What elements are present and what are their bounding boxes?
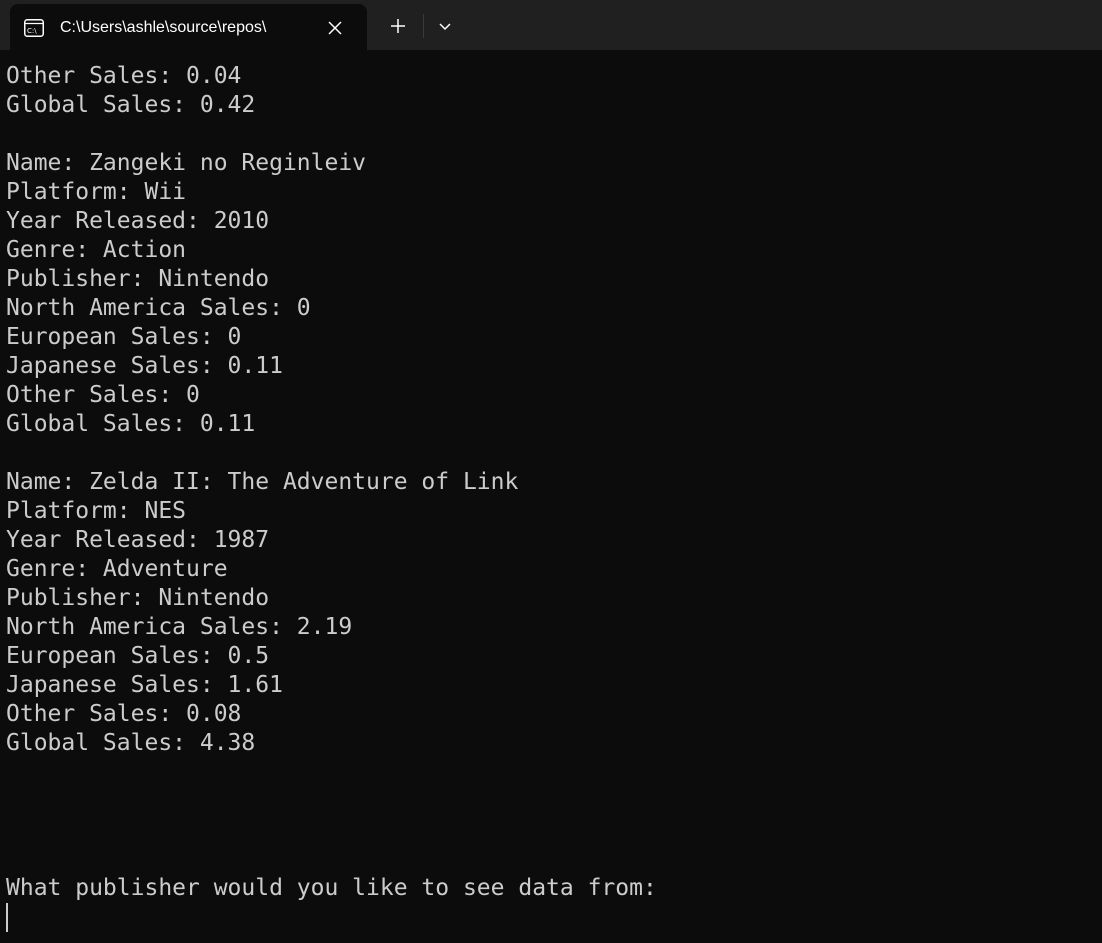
tab-bar: C:\ C:\Users\ashle\source\repos\ [0,0,1102,50]
svg-text:C:\: C:\ [27,27,37,35]
console-line: Global Sales: 0.11 [6,411,256,437]
console-line: Year Released: 2010 [6,208,270,234]
new-tab-button[interactable] [382,10,414,42]
console-line: Other Sales: 0 [6,382,200,408]
console-line: Other Sales: 0.04 [6,63,242,89]
tab-title: C:\Users\ashle\source\repos\ [60,19,267,36]
console-line: Name: Zangeki no Reginleiv [6,150,367,176]
console-line: North America Sales: 2.19 [6,614,353,640]
tab-divider [423,14,424,38]
close-tab-button[interactable] [322,15,348,41]
terminal-window: C:\ C:\Users\ashle\source\repos\ Other S… [0,0,1102,943]
console-line: Japanese Sales: 1.61 [6,672,283,698]
text-cursor [6,903,8,932]
console-line: Genre: Adventure [6,556,228,582]
plus-icon [391,19,405,33]
close-icon [328,21,342,35]
tab-dropdown-button[interactable] [430,10,460,42]
console-line: European Sales: 0.5 [6,643,270,669]
console-line: Platform: NES [6,498,187,524]
console-icon: C:\ [24,19,44,37]
console-line: European Sales: 0 [6,324,242,350]
chevron-down-icon [439,23,451,31]
console-line: Name: Zelda II: The Adventure of Link [6,469,519,495]
console-line: Other Sales: 0.08 [6,701,242,727]
console-line: North America Sales: 0 [6,295,311,321]
console-line: Genre: Action [6,237,187,263]
console-line: What publisher would you like to see dat… [6,875,657,901]
terminal-tab[interactable]: C:\ C:\Users\ashle\source\repos\ [10,4,367,50]
console-line: Publisher: Nintendo [6,585,270,611]
console-line: Global Sales: 0.42 [6,92,256,118]
console-line: Year Released: 1987 [6,527,270,553]
console-line: Publisher: Nintendo [6,266,270,292]
console-line: Japanese Sales: 0.11 [6,353,283,379]
console-line: Global Sales: 4.38 [6,730,256,756]
console-output[interactable]: Other Sales: 0.04 Global Sales: 0.42 Name:… [6,62,1096,937]
console-line: Platform: Wii [6,179,187,205]
